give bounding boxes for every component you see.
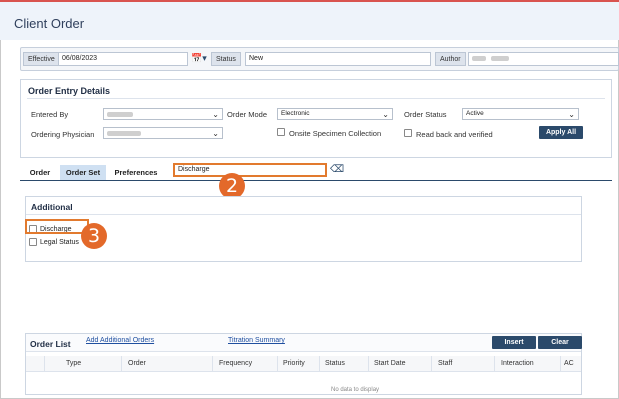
column-divider bbox=[212, 356, 213, 372]
column-divider bbox=[44, 356, 45, 372]
column-divider bbox=[431, 356, 432, 372]
tab-preferences[interactable]: Preferences bbox=[108, 165, 164, 180]
calendar-icon[interactable]: 📅▾ bbox=[191, 53, 207, 64]
legal-status-checkbox[interactable] bbox=[29, 238, 37, 246]
onsite-checkbox[interactable] bbox=[277, 128, 285, 136]
author-label: Author bbox=[435, 52, 466, 66]
order-list-header: Order List Add Additional Orders Titrati… bbox=[26, 334, 582, 352]
discharge-highlight bbox=[25, 219, 89, 234]
column-divider bbox=[121, 356, 122, 372]
chevron-down-icon: ⌄ bbox=[212, 110, 219, 119]
additional-panel: Additional Discharge Legal Status bbox=[25, 196, 582, 262]
entered-by-select[interactable]: ⌄ bbox=[103, 108, 223, 120]
order-status-value: Active bbox=[466, 110, 484, 117]
column-header-ac[interactable]: AC bbox=[564, 360, 574, 367]
order-mode-value: Electronic bbox=[281, 110, 310, 117]
order-mode-select[interactable]: Electronic ⌄ bbox=[277, 108, 393, 120]
apply-all-button[interactable]: Apply All bbox=[539, 126, 583, 139]
ordering-physician-label: Ordering Physician bbox=[31, 130, 95, 139]
chevron-down-icon: ⌄ bbox=[382, 110, 389, 119]
callout-badge-3: 3 bbox=[81, 223, 107, 249]
order-list-column-headers: Type Order Frequency Priority Status Sta… bbox=[26, 356, 581, 372]
author-field[interactable] bbox=[468, 52, 619, 66]
column-divider bbox=[368, 356, 369, 372]
order-status-select[interactable]: Active ⌄ bbox=[462, 108, 579, 120]
entered-by-label: Entered By bbox=[31, 110, 69, 119]
add-additional-orders-link[interactable]: Add Additional Orders bbox=[86, 337, 154, 344]
column-divider bbox=[560, 356, 561, 372]
divider bbox=[27, 98, 605, 99]
column-header-status[interactable]: Status bbox=[325, 360, 345, 367]
order-list-title: Order List bbox=[30, 339, 71, 349]
status-label: Status bbox=[211, 52, 241, 66]
additional-title: Additional bbox=[31, 202, 73, 212]
column-header-start-date[interactable]: Start Date bbox=[374, 360, 406, 367]
effective-label: Effective bbox=[23, 52, 60, 66]
order-set-search-input[interactable]: Discharge bbox=[173, 163, 327, 177]
order-entry-details-panel: Order Entry Details Entered By ⌄ Order M… bbox=[20, 79, 612, 158]
column-header-frequency[interactable]: Frequency bbox=[219, 360, 252, 367]
titration-summary-link[interactable]: Titration Summary bbox=[228, 337, 285, 344]
read-back-checkbox[interactable] bbox=[404, 129, 412, 137]
author-redacted bbox=[472, 55, 486, 61]
empty-state-text: No data to display bbox=[331, 387, 380, 393]
column-header-staff[interactable]: Staff bbox=[438, 360, 452, 367]
physician-redacted bbox=[107, 131, 141, 137]
chevron-down-icon: ⌄ bbox=[568, 110, 575, 119]
divider bbox=[26, 214, 581, 215]
clear-search-icon[interactable]: ⌫ bbox=[330, 164, 344, 175]
entered-by-redacted bbox=[107, 112, 133, 118]
effective-date-field[interactable]: 06/08/2023 bbox=[58, 52, 188, 66]
column-header-interaction[interactable]: Interaction bbox=[501, 360, 534, 367]
insert-button[interactable]: Insert bbox=[492, 336, 536, 349]
clear-button[interactable]: Clear bbox=[538, 336, 582, 349]
order-mode-label: Order Mode bbox=[227, 110, 268, 119]
onsite-label: Onsite Specimen Collection bbox=[289, 129, 382, 138]
ordering-physician-select[interactable]: ⌄ bbox=[103, 127, 223, 139]
legal-status-label: Legal Status bbox=[40, 239, 79, 246]
order-status-label: Order Status bbox=[404, 110, 447, 119]
read-back-label: Read back and verified bbox=[416, 130, 493, 139]
effective-bar: Effective 06/08/2023 📅▾ Status New Autho… bbox=[20, 47, 619, 71]
chevron-down-icon: ⌄ bbox=[212, 129, 219, 138]
column-header-type[interactable]: Type bbox=[66, 360, 81, 367]
status-field: New bbox=[245, 52, 431, 66]
column-divider bbox=[319, 356, 320, 372]
tab-order[interactable]: Order bbox=[22, 165, 58, 180]
tab-order-set[interactable]: Order Set bbox=[60, 165, 106, 180]
author-redacted bbox=[490, 55, 509, 61]
page-title: Client Order bbox=[14, 16, 85, 31]
title-bar: Client Order bbox=[0, 0, 619, 40]
column-header-order[interactable]: Order bbox=[128, 360, 146, 367]
order-entry-title: Order Entry Details bbox=[28, 86, 111, 96]
column-header-priority[interactable]: Priority bbox=[283, 360, 305, 367]
column-divider bbox=[494, 356, 495, 372]
column-divider bbox=[277, 356, 278, 372]
order-list-panel: Order List Add Additional Orders Titrati… bbox=[25, 333, 582, 395]
